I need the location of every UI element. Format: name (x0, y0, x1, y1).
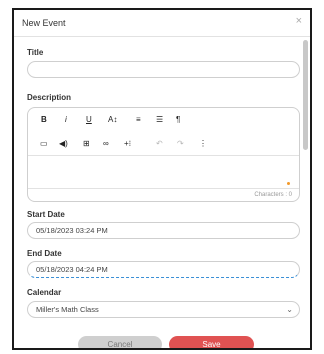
chevron-down-icon: ⌄ (286, 305, 293, 314)
audio-icon[interactable]: ◀) (59, 139, 68, 148)
description-label: Description (27, 93, 72, 102)
redo-icon[interactable]: ↷ (177, 139, 184, 148)
character-count: Characters : 0 (254, 192, 292, 198)
cancel-button[interactable]: Cancel (78, 336, 162, 348)
scrollbar-thumb[interactable] (303, 40, 308, 150)
table-icon[interactable]: ⊞ (83, 139, 90, 148)
end-date-input[interactable]: 05/18/2023 04:24 PM (27, 261, 300, 278)
new-event-dialog: New Event × Title Description B i U A↕ ≡… (12, 8, 312, 350)
calendar-label: Calendar (27, 288, 62, 297)
close-icon[interactable]: × (296, 15, 302, 27)
description-editor[interactable]: B i U A↕ ≡ ☰ ¶ ▭ ◀) ⊞ ∞ +⁝ ↶ ↷ ⋮ Charact (27, 107, 300, 202)
bold-icon[interactable]: B (41, 115, 47, 124)
status-indicator (287, 182, 290, 185)
italic-icon[interactable]: i (65, 115, 67, 124)
align-icon[interactable]: ≡ (136, 115, 141, 124)
more-icon[interactable]: ⋮ (199, 139, 207, 148)
paragraph-icon[interactable]: ¶ (176, 115, 180, 124)
title-input[interactable] (27, 61, 300, 78)
dialog-title: New Event (22, 18, 66, 28)
dialog-body: Title Description B i U A↕ ≡ ☰ ¶ ▭ ◀) ⊞ … (14, 38, 310, 348)
title-label: Title (27, 48, 44, 57)
font-size-icon[interactable]: A↕ (108, 115, 117, 124)
video-icon[interactable]: ▭ (40, 139, 48, 148)
underline-icon[interactable]: U (86, 115, 92, 124)
editor-divider (28, 155, 299, 156)
list-icon[interactable]: ☰ (156, 115, 163, 124)
save-button[interactable]: Save (169, 336, 254, 348)
scrollbar[interactable] (303, 40, 308, 348)
start-date-label: Start Date (27, 210, 65, 219)
calendar-select[interactable]: Miller's Math Class ⌄ (27, 301, 300, 318)
insert-icon[interactable]: +⁝ (124, 139, 131, 148)
undo-icon[interactable]: ↶ (156, 139, 163, 148)
link-icon[interactable]: ∞ (103, 139, 109, 148)
calendar-select-value: Miller's Math Class (36, 305, 99, 314)
dialog-header: New Event × (14, 10, 310, 37)
editor-footer-divider (28, 188, 299, 189)
start-date-input[interactable]: 05/18/2023 03:24 PM (27, 222, 300, 239)
end-date-label: End Date (27, 249, 62, 258)
